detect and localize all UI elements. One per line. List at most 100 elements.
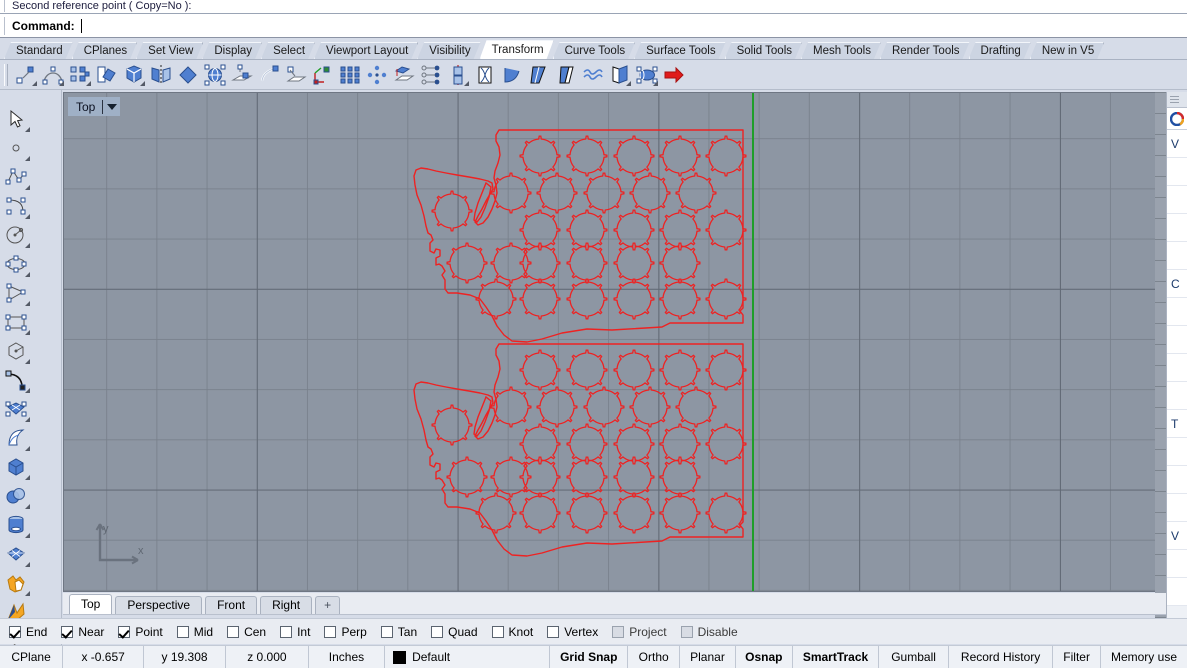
osnap-near[interactable]: Near (61, 625, 104, 639)
side-panel-row[interactable] (1167, 186, 1187, 214)
transform-tool-shear-3[interactable] (552, 62, 579, 88)
tab-select[interactable]: Select (261, 42, 315, 59)
side-panel-row[interactable]: C (1167, 270, 1187, 298)
viewport-tab-add[interactable]: + (315, 596, 341, 614)
transform-tool-smash[interactable] (471, 62, 498, 88)
side-panel-row[interactable] (1167, 550, 1187, 578)
command-line[interactable]: Command: (0, 14, 1187, 38)
transform-tool-project-to-cplane[interactable] (228, 62, 255, 88)
transform-tool-rotate-3d[interactable] (120, 62, 147, 88)
viewport-top[interactable]: y x Top (63, 92, 1166, 592)
osnap-int[interactable]: Int (280, 625, 310, 639)
osnap-point[interactable]: Point (118, 625, 163, 639)
transform-tool-mirror[interactable] (147, 62, 174, 88)
tab-set-view[interactable]: Set View (136, 42, 203, 59)
transform-tool-shear[interactable] (255, 62, 282, 88)
flyout-corner-icon[interactable] (25, 185, 30, 190)
osnap-perp[interactable]: Perp (324, 625, 367, 639)
flyout-corner-icon[interactable] (25, 272, 30, 277)
transform-tool-set-point[interactable] (309, 62, 336, 88)
left-tool-point[interactable] (0, 133, 31, 162)
status-toggle-record-history[interactable]: Record History (949, 646, 1054, 668)
transform-tool-flow-along-curve[interactable] (417, 62, 444, 88)
flyout-corner-icon[interactable] (25, 301, 30, 306)
transform-tool-twist[interactable] (444, 62, 471, 88)
left-tool-mesh[interactable] (0, 539, 31, 568)
left-tool-arc[interactable] (0, 365, 31, 394)
checkbox-icon[interactable] (118, 625, 131, 638)
transform-tool-smooth[interactable] (579, 62, 606, 88)
side-panel-row[interactable]: T (1167, 410, 1187, 438)
side-panel-row[interactable] (1167, 466, 1187, 494)
transform-tool-array-polar[interactable] (363, 62, 390, 88)
checkbox-icon[interactable] (380, 625, 393, 638)
transform-tool-taper[interactable] (498, 62, 525, 88)
side-panel-row[interactable] (1167, 242, 1187, 270)
left-tool-box[interactable] (0, 452, 31, 481)
checkbox-icon[interactable] (324, 625, 337, 638)
viewport-scroll-column[interactable] (1155, 92, 1166, 643)
transform-tool-remap-cplane[interactable] (282, 62, 309, 88)
tab-surface-tools[interactable]: Surface Tools (634, 42, 725, 59)
chevron-down-icon[interactable] (107, 103, 118, 110)
left-tool-polygon[interactable] (0, 336, 31, 365)
left-tool-circle[interactable] (0, 220, 31, 249)
left-tool-ellipse[interactable] (0, 249, 31, 278)
left-tool-sphere[interactable] (0, 481, 31, 510)
flyout-corner-icon[interactable] (32, 80, 37, 86)
side-panel-row[interactable] (1167, 214, 1187, 242)
toolbar-grip[interactable] (4, 63, 8, 86)
checkbox-icon[interactable] (280, 625, 293, 638)
transform-tool-array[interactable] (66, 62, 93, 88)
drawing-geometry[interactable] (64, 93, 1166, 592)
osnap-vertex[interactable]: Vertex (547, 625, 598, 639)
flyout-corner-icon[interactable] (140, 80, 145, 86)
left-tool-rectangle[interactable] (0, 307, 31, 336)
status-toggle-filter[interactable]: Filter (1053, 646, 1101, 668)
tab-render-tools[interactable]: Render Tools (880, 42, 970, 59)
transform-tool-orient-sphere[interactable] (201, 62, 228, 88)
tab-transform[interactable]: Transform (480, 40, 554, 59)
transform-tool-arrow-right[interactable] (660, 62, 687, 88)
flyout-corner-icon[interactable] (25, 388, 30, 393)
left-tool-curve[interactable] (0, 191, 31, 220)
flyout-corner-icon[interactable] (25, 533, 30, 538)
flyout-corner-icon[interactable] (25, 591, 30, 596)
side-panel[interactable]: V C T V (1166, 92, 1187, 643)
left-tool-polygon-tri[interactable] (0, 278, 31, 307)
checkbox-icon[interactable] (227, 625, 240, 638)
status-cplane[interactable]: CPlane (0, 646, 64, 668)
tab-mesh-tools[interactable]: Mesh Tools (801, 42, 881, 59)
checkbox-icon[interactable] (431, 625, 444, 638)
flyout-corner-icon[interactable] (25, 214, 30, 219)
checkbox-icon[interactable] (176, 625, 189, 638)
tab-cplanes[interactable]: CPlanes (72, 42, 137, 59)
flyout-corner-icon[interactable] (464, 80, 469, 86)
status-toggle-planar[interactable]: Planar (680, 646, 736, 668)
checkbox-icon[interactable] (9, 625, 21, 638)
transform-tool-fold[interactable] (606, 62, 633, 88)
osnap-end[interactable]: End (9, 625, 47, 639)
tab-visibility[interactable]: Visibility (417, 42, 480, 59)
checkbox-icon[interactable] (491, 625, 504, 638)
left-tool-polyline[interactable] (0, 162, 31, 191)
osnap-knot[interactable]: Knot (491, 625, 533, 639)
side-panel-row[interactable] (1167, 438, 1187, 466)
side-panel-row[interactable] (1167, 494, 1187, 522)
side-panel-row[interactable] (1167, 578, 1187, 606)
transform-tool-cage-edit[interactable] (633, 62, 660, 88)
flyout-corner-icon[interactable] (653, 80, 658, 86)
transform-tool-copy[interactable] (93, 62, 120, 88)
status-toggle-smarttrack[interactable]: SmartTrack (793, 646, 880, 668)
transform-tool-move[interactable] (12, 62, 39, 88)
tab-drafting[interactable]: Drafting (969, 42, 1031, 59)
tab-viewport-layout[interactable]: Viewport Layout (314, 42, 418, 59)
viewport-tab-front[interactable]: Front (205, 596, 258, 614)
transform-tool-bend[interactable] (39, 62, 66, 88)
viewport-tab-perspective[interactable]: Perspective (115, 596, 203, 614)
status-toggle-gumball[interactable]: Gumball (879, 646, 949, 668)
tab-solid-tools[interactable]: Solid Tools (725, 42, 802, 59)
side-panel-row[interactable] (1167, 382, 1187, 410)
left-tool-surface-curve[interactable] (0, 423, 31, 452)
flyout-corner-icon[interactable] (25, 127, 30, 132)
